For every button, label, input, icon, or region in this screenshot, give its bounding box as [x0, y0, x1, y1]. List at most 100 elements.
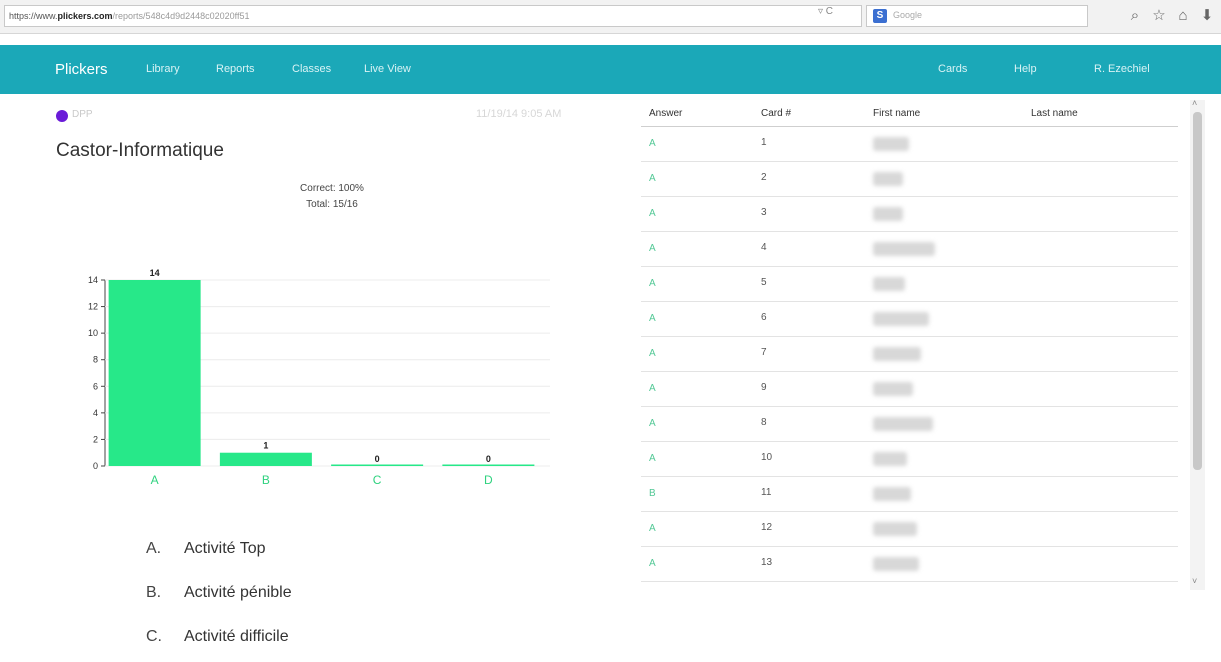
card-number-cell: 9	[761, 382, 767, 393]
y-tick-label: 10	[88, 328, 98, 338]
nav-item-live-view[interactable]: Live View	[364, 45, 411, 94]
nav-item-cards[interactable]: Cards	[938, 45, 967, 94]
y-tick-label: 14	[88, 275, 98, 285]
answer-cell: A	[649, 348, 656, 359]
option-c: C. Activité difficile	[146, 628, 289, 646]
bar-d	[442, 464, 535, 466]
category-label: A	[151, 473, 159, 487]
answer-cell: A	[649, 243, 656, 254]
card-number-cell: 2	[761, 172, 767, 183]
browser-toolbar: https://www.plickers.com/reports/548c4d9…	[0, 0, 1221, 34]
url-host: plickers.com	[57, 11, 113, 21]
class-color-dot	[56, 110, 68, 122]
bar-value-label: 14	[150, 268, 160, 278]
class-tag: DPP	[72, 109, 93, 120]
answer-cell: A	[649, 418, 656, 429]
card-number-cell: 4	[761, 242, 767, 253]
answer-cell: A	[649, 523, 656, 534]
answer-cell: B	[649, 488, 656, 499]
option-text: Activité difficile	[184, 628, 289, 645]
redacted-first-name	[873, 487, 911, 501]
table-row[interactable]: A2	[641, 162, 1178, 197]
nav-item-reports[interactable]: Reports	[216, 45, 255, 94]
answer-cell: A	[649, 453, 656, 464]
scroll-up-icon[interactable]: ˄	[1192, 98, 1197, 108]
table-row[interactable]: A1	[641, 127, 1178, 162]
table-row[interactable]: A 13	[641, 547, 1178, 582]
nav-item-user[interactable]: R. Ezechiel	[1094, 45, 1150, 94]
bar-value-label: 1	[263, 441, 268, 451]
card-number-cell: 6	[761, 312, 767, 323]
answer-cell: A	[649, 208, 656, 219]
option-letter: B.	[146, 584, 162, 601]
table-row[interactable]: B 11	[641, 477, 1178, 512]
redacted-first-name	[873, 277, 905, 291]
nav-item-help[interactable]: Help	[1014, 45, 1037, 94]
column-header-answer[interactable]: Answer	[649, 108, 682, 119]
search-engine-icon[interactable]: S	[873, 9, 887, 23]
scroll-down-icon[interactable]: ˅	[1192, 576, 1197, 586]
y-tick-label: 0	[93, 461, 98, 471]
y-tick-label: 12	[88, 302, 98, 312]
answer-cell: A	[649, 173, 656, 184]
answer-cell: A	[649, 313, 656, 324]
search-icon[interactable]: ⌕	[1126, 7, 1144, 25]
reload-button[interactable]: ▿ C	[818, 6, 833, 17]
card-number-cell: 13	[761, 557, 773, 568]
table-row[interactable]: A3	[641, 197, 1178, 232]
column-header-card[interactable]: Card #	[761, 108, 791, 119]
table-row[interactable]: A4	[641, 232, 1178, 267]
y-tick-label: 8	[93, 355, 98, 365]
option-a: A. Activité Top	[146, 540, 266, 558]
table-row[interactable]: A8	[641, 407, 1178, 442]
redacted-first-name	[873, 417, 933, 431]
answer-cell: A	[649, 278, 656, 289]
home-icon[interactable]: ⌂	[1174, 7, 1192, 25]
search-box[interactable]: S Google	[866, 5, 1088, 27]
card-number-cell: 7	[761, 347, 767, 358]
table-row[interactable]: A 12	[641, 512, 1178, 547]
scroll-thumb[interactable]	[1193, 112, 1202, 470]
answer-cell: A	[649, 138, 656, 149]
column-header-last-name[interactable]: Last name	[1031, 108, 1078, 119]
star-icon[interactable]: ☆	[1150, 7, 1168, 25]
question-title: Castor-Informatique	[56, 140, 224, 161]
correct-stat: Correct: 100%	[300, 183, 364, 194]
answer-cell: A	[649, 383, 656, 394]
redacted-first-name	[873, 557, 919, 571]
answer-bar-chart: 0 2 4 6 8 10 12 14 14 A 1 B 0 C 0 D	[88, 268, 550, 487]
option-letter: C.	[146, 628, 162, 645]
responses-table: Answer Card # First name Last name A1A2A…	[633, 100, 1178, 590]
column-header-first-name[interactable]: First name	[873, 108, 920, 119]
y-tick-label: 2	[93, 434, 98, 444]
table-row[interactable]: A 10	[641, 442, 1178, 477]
y-tick-label: 4	[93, 408, 98, 418]
answer-cell: A	[649, 558, 656, 569]
y-tick-label: 6	[93, 381, 98, 391]
nav-item-library[interactable]: Library	[146, 45, 180, 94]
redacted-first-name	[873, 452, 907, 466]
category-label: C	[373, 473, 382, 487]
page: { "browser": { "url_scheme": "https://ww…	[0, 0, 1221, 662]
category-label: B	[262, 473, 270, 487]
option-text: Activité pénible	[184, 584, 292, 601]
card-number-cell: 1	[761, 137, 767, 148]
option-text: Activité Top	[184, 540, 266, 557]
url-path: /reports/548c4d9d2448c02020ff51	[112, 11, 250, 21]
table-row[interactable]: A9	[641, 372, 1178, 407]
poll-date: 11/19/14 9:05 AM	[476, 108, 562, 120]
bar-c	[331, 464, 424, 466]
nav-brand[interactable]: Plickers	[55, 45, 108, 94]
redacted-first-name	[873, 382, 913, 396]
redacted-first-name	[873, 522, 917, 536]
search-input[interactable]: Google	[893, 10, 922, 20]
nav-item-classes[interactable]: Classes	[292, 45, 331, 94]
address-bar[interactable]: https://www.plickers.com/reports/548c4d9…	[4, 5, 862, 27]
table-row[interactable]: A6	[641, 302, 1178, 337]
table-scrollbar[interactable]: ˄ ˅	[1190, 98, 1205, 590]
table-row[interactable]: A5	[641, 267, 1178, 302]
bar-b	[219, 452, 312, 466]
card-number-cell: 10	[761, 452, 773, 463]
table-row[interactable]: A7	[641, 337, 1178, 372]
download-icon[interactable]: ⬇	[1198, 7, 1216, 25]
